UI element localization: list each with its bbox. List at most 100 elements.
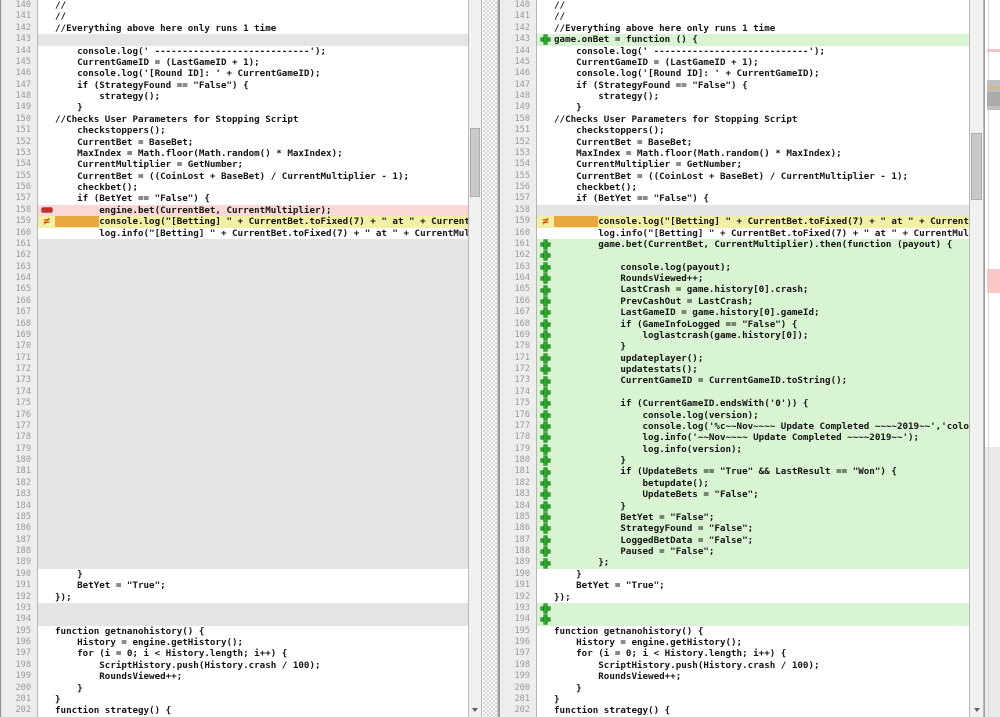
code-line[interactable]: 155 CurrentBet = ((CoinLost + BaseBet) /… — [3, 171, 468, 182]
right-file-pane[interactable]: 140//141//142//Everything above here onl… — [498, 0, 969, 717]
code-line[interactable]: 202function strategy() { — [500, 705, 969, 716]
code-line[interactable]: 179 log.info(version); — [500, 444, 969, 455]
code-line[interactable]: 184 } — [500, 501, 969, 512]
code-line-body[interactable]: LoggedBetData = "False"; — [537, 535, 969, 546]
code-line-body[interactable]: if (StrategyFound == "False") { — [537, 80, 969, 91]
code-line-body[interactable] — [38, 466, 468, 477]
code-line-body[interactable]: CurrentBet = BaseBet; — [38, 137, 468, 148]
code-line-body[interactable]: } — [537, 341, 969, 352]
code-line-body[interactable]: checkbet(); — [537, 182, 969, 193]
code-line-body[interactable] — [38, 444, 468, 455]
code-line[interactable]: 180 } — [500, 455, 969, 466]
code-line[interactable]: 147 if (StrategyFound == "False") { — [3, 80, 468, 91]
code-line-body[interactable] — [38, 421, 468, 432]
code-line-body[interactable] — [38, 557, 468, 568]
code-line-body[interactable]: if (GameInfoLogged == "False") { — [537, 319, 969, 330]
left-scrollbar-thumb[interactable] — [470, 128, 480, 197]
code-line[interactable]: 153 MaxIndex = Math.floor(Math.random() … — [3, 148, 468, 159]
code-line-body[interactable]: checkstoppers(); — [38, 125, 468, 136]
code-line[interactable]: 180 — [3, 455, 468, 466]
code-line[interactable]: 143 — [3, 34, 468, 45]
code-line-body[interactable]: console.log('[Round ID]: ' + CurrentGame… — [537, 68, 969, 79]
code-line[interactable]: 177 console.log('%c~~Nov~~~~ Update Comp… — [500, 421, 969, 432]
code-line-body[interactable]: RoundsViewed++; — [537, 671, 969, 682]
code-line[interactable]: 154 CurrentMultiplier = GetNumber; — [500, 159, 969, 170]
code-line[interactable]: 163 console.log(payout); — [500, 262, 969, 273]
code-line-body[interactable]: LastCrash = game.history[0].crash; — [537, 284, 969, 295]
code-line-body[interactable]: ScriptHistory.push(History.crash / 100); — [537, 660, 969, 671]
left-file-pane[interactable]: 140//141//142//Everything above here onl… — [3, 0, 468, 717]
code-line-body[interactable] — [38, 364, 468, 375]
code-line-body[interactable]: } — [38, 569, 468, 580]
code-line[interactable]: 189 }; — [500, 557, 969, 568]
code-line-body[interactable]: BetYet = "True"; — [537, 580, 969, 591]
code-line-body[interactable]: if (BetYet == "False") { — [38, 193, 468, 204]
code-line[interactable]: 141// — [500, 11, 969, 22]
code-line[interactable]: 167 LastGameID = game.history[0].gameId; — [500, 307, 969, 318]
code-line[interactable]: 200 } — [500, 683, 969, 694]
code-line[interactable]: 145 CurrentGameID = (LastGameID + 1); — [3, 57, 468, 68]
code-line-body[interactable]: } — [537, 501, 969, 512]
code-line-body[interactable] — [537, 603, 969, 614]
code-line-body[interactable] — [38, 489, 468, 500]
code-line-body[interactable]: loglastcrash(game.history[0]); — [537, 330, 969, 341]
code-line-body[interactable] — [537, 614, 969, 625]
code-line[interactable]: 155 CurrentBet = ((CoinLost + BaseBet) /… — [500, 171, 969, 182]
code-line[interactable]: 199 RoundsViewed++; — [3, 671, 468, 682]
code-line[interactable]: 193 — [500, 603, 969, 614]
code-line[interactable]: 158 engine.bet(CurrentBet, CurrentMultip… — [3, 205, 468, 216]
code-line[interactable]: 166 — [3, 296, 468, 307]
code-line[interactable]: 191 BetYet = "True"; — [500, 580, 969, 591]
code-line[interactable]: 146 console.log('[Round ID]: ' + Current… — [500, 68, 969, 79]
code-line[interactable]: 173 CurrentGameID = CurrentGameID.toStri… — [500, 375, 969, 386]
code-line-body[interactable]: if (UpdateBets == "True" && LastResult =… — [537, 466, 969, 477]
code-line-body[interactable] — [38, 273, 468, 284]
code-line[interactable]: 186 StrategyFound = "False"; — [500, 523, 969, 534]
code-line[interactable]: 187 LoggedBetData = "False"; — [500, 535, 969, 546]
code-line-body[interactable]: //Checks User Parameters for Stopping Sc… — [537, 114, 969, 125]
code-line[interactable]: 182 betupdate(); — [500, 478, 969, 489]
code-line-body[interactable]: MaxIndex = Math.floor(Math.random() * Ma… — [38, 148, 468, 159]
code-line[interactable]: 158 — [500, 205, 969, 216]
code-line-body[interactable] — [38, 262, 468, 273]
code-line[interactable]: 176 — [3, 410, 468, 421]
code-line[interactable]: 195function getnanohistory() { — [3, 626, 468, 637]
code-line-body[interactable] — [537, 250, 969, 261]
code-line[interactable]: 192}); — [3, 592, 468, 603]
code-line[interactable]: 164 — [3, 273, 468, 284]
chevron-down-icon[interactable] — [970, 705, 983, 715]
code-line-body[interactable]: CurrentMultiplier = GetNumber; — [38, 159, 468, 170]
code-line[interactable]: 150//Checks User Parameters for Stopping… — [500, 114, 969, 125]
code-line-body[interactable]: updateplayer(); — [537, 353, 969, 364]
code-line[interactable]: 193 — [3, 603, 468, 614]
right-pane-scrollbar[interactable] — [969, 0, 984, 717]
code-line-body[interactable]: CurrentBet = BaseBet; — [537, 137, 969, 148]
code-line[interactable]: 170 } — [500, 341, 969, 352]
code-line-body[interactable]: console.log('%c~~Nov~~~~ Update Complete… — [537, 421, 969, 432]
code-line[interactable]: 182 — [3, 478, 468, 489]
code-line[interactable]: 190 } — [500, 569, 969, 580]
code-line-body[interactable]: } — [537, 102, 969, 113]
code-line[interactable]: 161 game.bet(CurrentBet, CurrentMultipli… — [500, 239, 969, 250]
code-line-body[interactable]: RoundsViewed++; — [537, 273, 969, 284]
code-line[interactable]: 148 strategy(); — [500, 91, 969, 102]
code-line-body[interactable]: if (StrategyFound == "False") { — [38, 80, 468, 91]
code-line[interactable]: 176 console.log(version); — [500, 410, 969, 421]
code-line[interactable]: 152 CurrentBet = BaseBet; — [500, 137, 969, 148]
code-line[interactable]: 147 if (StrategyFound == "False") { — [500, 80, 969, 91]
code-line[interactable]: 181 if (UpdateBets == "True" && LastResu… — [500, 466, 969, 477]
code-line[interactable]: 198 ScriptHistory.push(History.crash / 1… — [500, 660, 969, 671]
code-line[interactable]: 154 CurrentMultiplier = GetNumber; — [3, 159, 468, 170]
code-line-body[interactable]: updatestats(); — [537, 364, 969, 375]
code-line-body[interactable]: MaxIndex = Math.floor(Math.random() * Ma… — [537, 148, 969, 159]
code-line[interactable]: 188 Paused = "False"; — [500, 546, 969, 557]
code-line[interactable]: 161 — [3, 239, 468, 250]
code-line[interactable]: 144 console.log(' ----------------------… — [500, 46, 969, 57]
code-line[interactable]: 165 LastCrash = game.history[0].crash; — [500, 284, 969, 295]
code-line[interactable]: 148 strategy(); — [3, 91, 468, 102]
code-line[interactable]: 166 PrevCashOut = LastCrash; — [500, 296, 969, 307]
code-line[interactable]: 153 MaxIndex = Math.floor(Math.random() … — [500, 148, 969, 159]
code-line-body[interactable]: //Everything above here only runs 1 time — [38, 23, 468, 34]
code-line-body[interactable] — [38, 512, 468, 523]
code-line-body[interactable]: // — [537, 11, 969, 22]
